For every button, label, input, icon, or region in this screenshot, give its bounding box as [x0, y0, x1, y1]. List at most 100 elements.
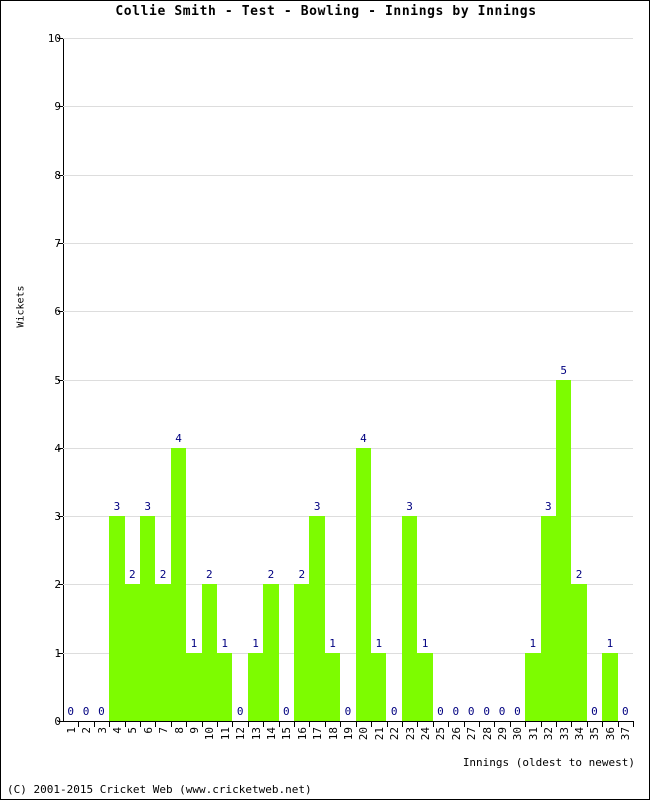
x-tick-label: 33	[557, 727, 571, 741]
gridline	[63, 106, 633, 108]
x-tick-label: 23	[403, 727, 417, 741]
gridline	[63, 379, 633, 381]
bar	[555, 379, 572, 721]
gridline	[63, 174, 633, 176]
x-tick-mark	[201, 721, 203, 727]
bar-value-label: 1	[329, 636, 336, 650]
y-tick-label: 3	[54, 510, 61, 524]
bar	[525, 652, 541, 721]
x-axis-label: Innings (oldest to newest)	[462, 756, 635, 769]
x-tick-mark	[417, 721, 419, 727]
x-tick-label: 37	[619, 727, 633, 741]
bar-value-label: 1	[252, 636, 259, 650]
bar-value-label: 0	[236, 705, 244, 718]
bar	[540, 516, 556, 721]
bar-value-label: 0	[467, 705, 475, 718]
bar-value-label: 1	[529, 636, 537, 650]
plot-area: 0 1 2 3 4 5 6 7 8 9 10 000323241210120231041031000…	[48, 33, 634, 727]
x-tick-mark	[494, 721, 496, 727]
bar-value-label: 2	[298, 568, 306, 582]
x-tick-label: 31	[526, 727, 540, 741]
footer-copyright: (C) 2001-2015 Cricket Web (www.cricketwe…	[7, 783, 312, 796]
x-tick-mark	[340, 721, 342, 727]
x-tick-label: 30	[511, 727, 525, 741]
x-tick-label: 29	[496, 727, 510, 741]
bar-value-label: 0	[483, 705, 490, 718]
x-tick-mark	[571, 721, 573, 727]
bar	[401, 516, 418, 721]
x-tick-label: 11	[218, 727, 232, 741]
bar	[263, 584, 279, 721]
bar	[571, 584, 587, 721]
bar-value-label: 3	[406, 500, 413, 514]
x-tick-label: 20	[357, 727, 371, 741]
bar-value-label: 0	[591, 705, 598, 718]
x-tick-label: 10	[203, 727, 217, 741]
x-tick-mark	[525, 721, 527, 727]
x-tick-label: 12	[234, 727, 248, 741]
bar-value-label: 0	[498, 705, 506, 718]
y-tick-label: 5	[54, 373, 61, 387]
bar-value-label: 3	[313, 500, 321, 514]
bar-value-label: 2	[267, 568, 275, 582]
bar-value-label: 0	[283, 705, 290, 718]
bar-value-label: 0	[621, 705, 629, 718]
bar-value-label: 0	[514, 705, 521, 718]
x-axis-line	[63, 721, 633, 722]
y-tick-label: 10	[47, 32, 61, 45]
x-tick-label: 19	[342, 727, 355, 741]
x-tick-mark	[586, 721, 588, 727]
bar	[602, 652, 618, 721]
x-tick-mark	[509, 721, 511, 727]
bar	[247, 652, 264, 721]
x-tick-label: 5	[126, 727, 140, 734]
x-tick-mark	[232, 721, 234, 727]
x-tick-mark	[324, 721, 326, 727]
bar	[155, 584, 171, 721]
x-tick-mark	[140, 721, 142, 727]
x-tick-label: 9	[187, 727, 201, 734]
x-tick-label: 6	[141, 727, 155, 734]
x-tick-label: 26	[449, 727, 463, 741]
x-tick-mark	[309, 721, 311, 727]
x-tick-label: 8	[172, 727, 186, 734]
bar-value-label: 2	[575, 568, 583, 582]
x-tick-label: 7	[157, 727, 171, 734]
bar	[186, 652, 202, 721]
x-tick-label: 27	[465, 727, 479, 741]
x-tick-label: 35	[588, 727, 602, 741]
gridline	[63, 242, 633, 244]
x-tick-mark	[93, 721, 95, 727]
x-tick-label: 14	[264, 727, 278, 741]
bar	[124, 584, 140, 721]
x-tick-label: 32	[542, 727, 556, 741]
x-tick-mark	[386, 721, 388, 727]
bar-value-label: 2	[159, 568, 167, 582]
bar-value-label: 4	[360, 431, 367, 445]
bar-value-label: 0	[67, 705, 74, 718]
x-tick-label: 13	[249, 727, 263, 741]
y-axis-label: Wickets	[15, 285, 27, 328]
y-tick-label: 0	[54, 715, 61, 728]
x-tick-label: 36	[603, 727, 617, 741]
gridline	[63, 311, 633, 313]
x-tick-mark	[617, 721, 619, 727]
bar-value-label: 3	[113, 500, 121, 514]
bar-value-label: 1	[375, 636, 383, 650]
bar-value-label: 1	[606, 636, 614, 650]
chart-page: Collie Smith - Test - Bowling - Innings …	[0, 0, 650, 800]
bar	[294, 584, 310, 721]
x-tick-mark	[217, 721, 219, 727]
x-tick-label: 3	[95, 727, 109, 734]
bar	[309, 516, 325, 721]
bar	[170, 447, 187, 721]
x-tick-label: 2	[80, 727, 94, 734]
x-tick-label: 17	[311, 727, 325, 741]
bar-value-label: 3	[544, 500, 552, 514]
bar-value-label: 1	[190, 636, 198, 650]
bar-value-label: 0	[82, 705, 90, 718]
page-title: Collie Smith - Test - Bowling - Innings …	[115, 4, 537, 19]
bar-value-label: 1	[221, 636, 229, 650]
x-tick-label: 18	[326, 727, 340, 741]
bar-value-label: 1	[421, 636, 429, 650]
